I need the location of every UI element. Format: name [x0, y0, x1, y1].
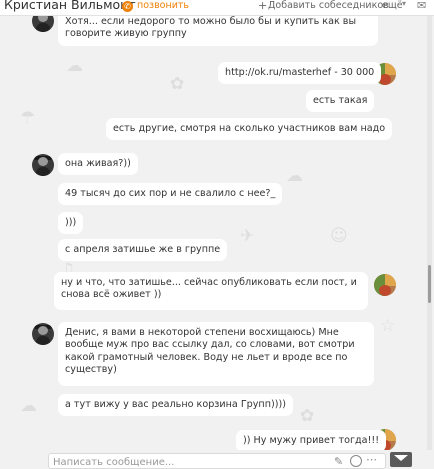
paperclip-icon[interactable]: ✎ — [334, 455, 343, 468]
dots-icon[interactable]: ⋯ — [366, 453, 377, 466]
doodle-icon: ☆ — [380, 316, 396, 336]
doodle-icon: ☂ — [20, 108, 36, 128]
contact-avatar[interactable] — [32, 323, 54, 345]
user-avatar[interactable] — [374, 274, 396, 296]
scrollbar-thumb[interactable] — [428, 265, 431, 303]
message-bubble: с апреля затишье же в группе — [58, 239, 228, 261]
phone-icon[interactable]: ✆ — [122, 1, 133, 12]
smile-icon[interactable] — [350, 455, 362, 467]
contact-avatar[interactable] — [32, 154, 54, 176]
message-bubble: а тут вижу у вас реально корзина Групп))… — [58, 394, 293, 416]
doodle-icon: ☁ — [66, 56, 83, 76]
add-person-icon[interactable]: + — [258, 0, 267, 12]
contact-avatar[interactable] — [32, 16, 54, 32]
doodle-icon: ☁ — [286, 166, 303, 186]
call-button[interactable]: позвонить — [137, 0, 189, 11]
message-list: ☁ ✿ ☂ ☁ ✈ ☺ ♫ ☆ ✿ ☁ Хотя... если недорог… — [0, 16, 426, 450]
doodle-icon: ✈ — [240, 226, 255, 246]
doodle-icon: ☁ — [20, 396, 37, 416]
add-participants-button[interactable]: Добавить собеседников — [268, 0, 389, 11]
message-bubble: Хотя... если недорого то можно было бы и… — [58, 16, 378, 46]
doodle-icon: ✿ — [170, 74, 185, 94]
message-bubble: Денис, я вами в некоторой степени восхищ… — [58, 322, 374, 386]
message-bubble[interactable]: http://ok.ru/masterhef - 30 000 — [218, 62, 382, 84]
scrollbar-track[interactable] — [427, 16, 432, 450]
message-bubble: она живая?)) — [58, 153, 138, 175]
message-bubble: 49 тысяч до сих пор и не свалило с нее?_ — [58, 183, 283, 205]
contact-name[interactable]: Кристиан Вильмонт — [4, 0, 136, 12]
doodle-icon: ✿ — [300, 406, 315, 426]
chat-header: Кристиан Вильмонт ✆ позвонить + Добавить… — [0, 0, 434, 16]
send-icon[interactable] — [390, 452, 412, 467]
chevron-down-icon[interactable]: ▾ — [402, 0, 406, 8]
message-bubble: есть такая — [306, 90, 375, 112]
message-bubble: ну и что, что затишье... сейчас опублико… — [54, 272, 368, 310]
more-menu-button[interactable]: ещё — [382, 0, 403, 11]
doodle-icon: ☺ — [330, 226, 348, 246]
message-bubble: ))) — [58, 212, 84, 234]
message-bubble: есть другие, смотря на сколько участнико… — [106, 118, 393, 140]
mail-icon[interactable]: ✉ — [417, 0, 426, 12]
message-bubble: )) Ну мужу привет тогда!!! — [236, 430, 387, 450]
